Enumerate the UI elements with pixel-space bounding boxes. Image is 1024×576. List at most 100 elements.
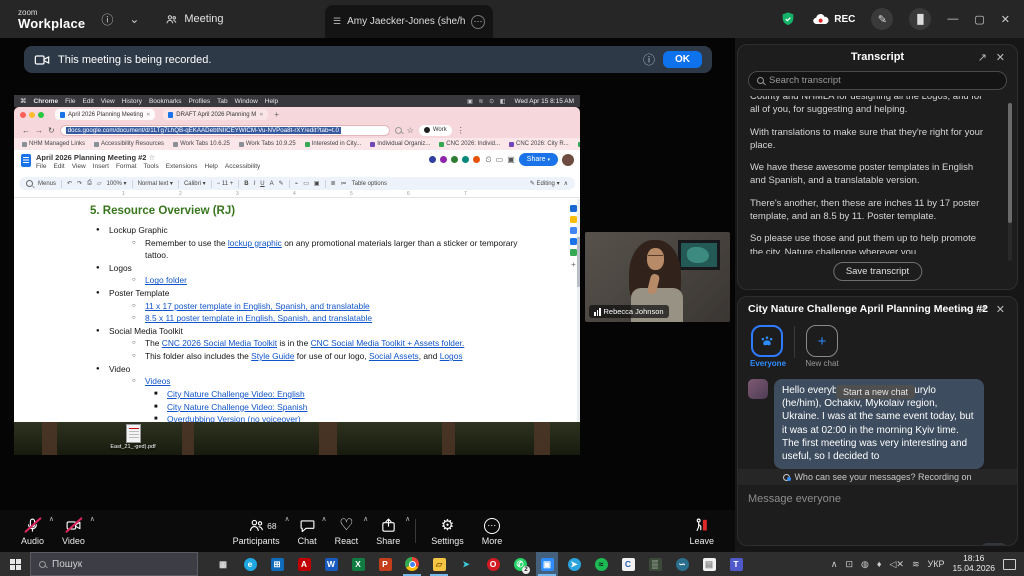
chat-composer[interactable]: Message everyone T ☺ GIF ❐ ⧉ ⌄ ➤: [738, 485, 1017, 546]
keep-icon[interactable]: [570, 216, 577, 223]
tray-expand-icon[interactable]: ∧: [831, 559, 838, 570]
list-icon[interactable]: ≔: [341, 180, 347, 187]
bookmark-star-icon[interactable]: ☆: [407, 126, 414, 135]
mac-menu-item[interactable]: Profiles: [188, 98, 210, 105]
annotate-pencil-button[interactable]: ✎: [871, 8, 893, 30]
snap-app-icon[interactable]: ▒: [644, 552, 666, 576]
taskbar-clock[interactable]: 18:16 15.04.2026: [952, 554, 995, 574]
redo-icon[interactable]: ↷: [77, 180, 82, 187]
opera-icon[interactable]: O: [482, 552, 504, 576]
transcript-search-input[interactable]: Search transcript: [748, 71, 1007, 90]
version-history-icon[interactable]: ⏲: [485, 155, 491, 165]
mac-menu-item[interactable]: Help: [265, 98, 278, 105]
zoom-select[interactable]: 100% ▾: [107, 180, 127, 187]
chrome-menu-icon[interactable]: ⋮: [457, 126, 465, 135]
docs-menu-item[interactable]: Format: [116, 163, 137, 170]
paint-icon[interactable]: ▱: [97, 180, 102, 187]
link-icon[interactable]: ⌁: [295, 180, 299, 187]
reload-icon[interactable]: ↻: [48, 126, 55, 135]
browser-tab-inactive[interactable]: DRAFT April 2026 Planning M ✕: [163, 109, 268, 120]
mac-close-dot[interactable]: [20, 112, 26, 118]
align-icon[interactable]: ≣: [331, 180, 336, 187]
bookmark-item[interactable]: CNC 2026: City R...: [509, 141, 569, 147]
search-icon[interactable]: [395, 127, 402, 134]
docs-menu-item[interactable]: Insert: [93, 163, 109, 170]
menus-button[interactable]: Menus: [38, 181, 56, 187]
participant-video-tile[interactable]: Rebecca Johnson: [585, 232, 730, 322]
chrome-icon[interactable]: [401, 552, 423, 576]
bookmark-item[interactable]: CNC 2026: Individ...: [439, 141, 500, 147]
recording-indicator[interactable]: REC: [812, 13, 855, 26]
security-shield-icon[interactable]: [780, 11, 796, 27]
chat-button[interactable]: ∧Chat: [289, 510, 326, 552]
maps-icon[interactable]: [570, 249, 577, 256]
highlight-icon[interactable]: ✎: [279, 180, 284, 187]
tab-options-icon[interactable]: ⋯: [471, 15, 485, 29]
bookmark-item[interactable]: Interested in City...: [305, 141, 362, 147]
action-center-icon[interactable]: [1003, 559, 1016, 570]
mac-menu-item[interactable]: View: [101, 98, 115, 105]
everyone-channel-button[interactable]: [751, 325, 783, 357]
bookmark-item[interactable]: Work Tabs 10.6.25: [173, 141, 230, 147]
info-icon[interactable]: ⓘ: [101, 11, 113, 28]
user-avatar[interactable]: [562, 154, 574, 166]
spotify-icon[interactable]: ≈: [590, 552, 612, 576]
video-button[interactable]: ∧Video: [53, 510, 94, 552]
menus-search-icon[interactable]: [26, 180, 33, 187]
seagull-app-icon[interactable]: ∽: [671, 552, 693, 576]
docs-menu-item[interactable]: Edit: [53, 163, 64, 170]
chat-more-icon[interactable]: ⋯: [958, 303, 969, 316]
more-button[interactable]: ⋯More: [473, 510, 512, 552]
text-color-icon[interactable]: A: [270, 181, 274, 187]
table-options-button[interactable]: Table options: [352, 181, 387, 187]
c-app-icon[interactable]: C: [617, 552, 639, 576]
mac-menu-item[interactable]: Bookmarks: [149, 98, 182, 105]
editing-mode-select[interactable]: ✎ Editing ▾: [530, 180, 560, 187]
tab-meeting[interactable]: Meeting: [165, 13, 223, 26]
word-icon[interactable]: W: [320, 552, 342, 576]
new-chat-button[interactable]: +: [806, 325, 838, 357]
doc-link[interactable]: lockup graphic: [228, 238, 282, 248]
telegram-icon[interactable]: ➤: [563, 552, 585, 576]
popout-icon[interactable]: ↗: [978, 51, 987, 64]
collaborator-avatar[interactable]: [461, 155, 470, 164]
participants-button[interactable]: 68∧Participants: [224, 510, 289, 552]
close-icon[interactable]: ✕: [996, 51, 1005, 64]
save-transcript-button[interactable]: Save transcript: [833, 262, 922, 281]
collaborator-avatar[interactable]: [439, 155, 448, 164]
mac-menu-item[interactable]: Chrome: [34, 98, 59, 105]
popout-icon[interactable]: ↗: [978, 303, 987, 316]
desktop-pdf-file[interactable]: East_21_-ged).pdf: [106, 424, 160, 450]
powerpoint-icon[interactable]: P: [374, 552, 396, 576]
transcript-body[interactable]: County and NHMLA for designing all the L…: [750, 96, 991, 254]
docs-menu-item[interactable]: Extensions: [166, 163, 198, 170]
keyboard-language[interactable]: УКР: [927, 559, 944, 569]
excel-icon[interactable]: X: [347, 552, 369, 576]
doc-link[interactable]: City Nature Challenge Video: English: [167, 389, 305, 399]
chevron-up-icon[interactable]: ∧: [405, 515, 410, 523]
transcript-scrollbar[interactable]: [1008, 103, 1012, 261]
ms-store-icon[interactable]: ⊞: [266, 552, 288, 576]
react-button[interactable]: ♡∧React: [326, 510, 368, 552]
docs-menu-item[interactable]: File: [36, 163, 46, 170]
font-select[interactable]: Calibri ▾: [184, 180, 206, 187]
whatsapp-icon[interactable]: ✆2: [509, 552, 531, 576]
tray-display-icon[interactable]: ⊡: [845, 559, 853, 570]
font-size-stepper[interactable]: − 11 +: [217, 181, 234, 187]
tab-shared-screen[interactable]: ☰ Amy Jaecker-Jones (she/her)'s scr ⋯: [325, 5, 493, 38]
docs-menu-item[interactable]: Accessibility: [225, 163, 260, 170]
doc-link[interactable]: Style Guide: [251, 351, 294, 361]
tray-wifi-icon[interactable]: ≋: [912, 559, 920, 570]
calendar-icon[interactable]: [570, 205, 577, 212]
bookmark-item[interactable]: NHM Managed Links: [22, 141, 85, 147]
docs-menu-item[interactable]: Tools: [144, 163, 159, 170]
style-select[interactable]: Normal text ▾: [138, 180, 173, 187]
collaborator-avatar[interactable]: [428, 155, 437, 164]
profile-chip[interactable]: Work: [419, 125, 452, 136]
google-docs-icon[interactable]: [21, 154, 31, 167]
doc-link[interactable]: Logos: [440, 351, 463, 361]
comment-icon[interactable]: ▭: [496, 155, 504, 164]
print-icon[interactable]: ⎙: [87, 180, 92, 187]
doc-link[interactable]: Videos: [145, 376, 170, 386]
banner-info-icon[interactable]: ⓘ: [643, 51, 655, 68]
